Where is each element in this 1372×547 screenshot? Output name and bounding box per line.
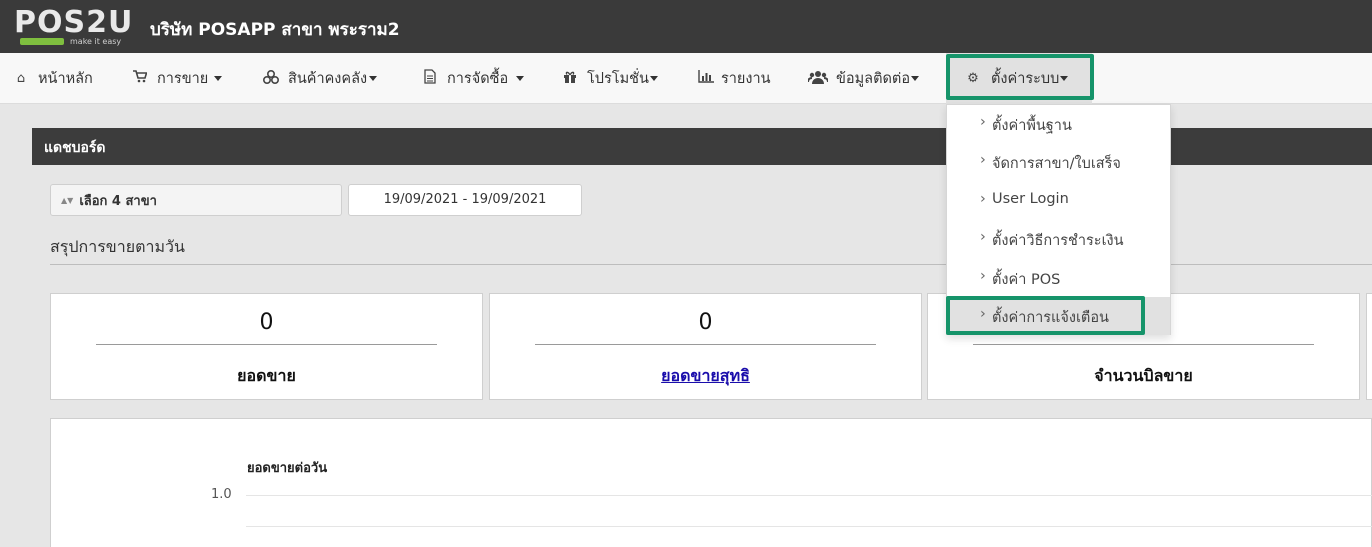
stat-label-link[interactable]: ยอดขายสุทธิ (490, 364, 921, 389)
top-header: POS2U make it easy บริษัท POSAPP สาขา พร… (0, 0, 1372, 53)
chevron-down-icon (369, 76, 378, 81)
chevron-right-icon: › (980, 114, 986, 130)
nav-home[interactable]: ⌂ หน้าหลัก (12, 53, 93, 104)
chevron-down-icon (214, 76, 223, 81)
nav-purchasing-label: การจัดซื้อ (447, 71, 509, 87)
nav-report[interactable]: รายงาน (697, 53, 771, 104)
stat-divider (96, 344, 437, 345)
chevron-down-icon (911, 76, 920, 81)
menu-item-label: ตั้งค่า POS (992, 272, 1061, 288)
users-icon (807, 70, 829, 88)
chevron-right-icon: › (980, 306, 986, 322)
nav-inventory-label: สินค้าคงคลัง (288, 71, 368, 87)
menu-item-basic-settings[interactable]: › ตั้งค่าพื้นฐาน (947, 105, 1170, 143)
stat-value: 0 (259, 310, 274, 335)
stat-divider (973, 344, 1314, 345)
date-range-input[interactable]: 19/09/2021 - 19/09/2021 (348, 184, 582, 216)
menu-item-label: จัดการสาขา/ใบเสร็จ (992, 156, 1121, 172)
chart-gridline (246, 495, 1372, 496)
nav-settings-label: ตั้งค่าระบบ (991, 71, 1060, 87)
settings-dropdown-menu: › ตั้งค่าพื้นฐาน › จัดการสาขา/ใบเสร็จ › Use… (946, 104, 1171, 335)
menu-item-label: ตั้งค่าการแจ้งเตือน (992, 310, 1109, 326)
nav-contacts[interactable]: ข้อมูลติดต่อ (807, 53, 920, 104)
branch-select-label: เลือก 4 สาขา (79, 194, 157, 209)
chevron-right-icon: › (980, 191, 986, 207)
nav-purchasing[interactable]: การจัดซื้อ (421, 53, 525, 104)
nav-home-label: หน้าหลัก (38, 71, 93, 87)
chevron-down-icon (1060, 76, 1069, 81)
bar-chart-icon (697, 70, 715, 87)
pos2u-logo[interactable]: POS2U make it easy (14, 5, 132, 47)
home-icon: ⌂ (16, 71, 26, 86)
cart-icon (131, 70, 149, 87)
nav-promotion[interactable]: โปรโมชั่น (561, 53, 658, 104)
chevron-right-icon: › (980, 229, 986, 245)
y-tick-label: 1.0 (211, 487, 232, 502)
stat-value: 0 (698, 310, 713, 335)
net-sales-link[interactable]: ยอดขายสุทธิ (661, 366, 750, 385)
nav-sales-label: การขาย (157, 71, 209, 87)
gift-icon (561, 70, 579, 88)
menu-item-label: ตั้งค่าพื้นฐาน (992, 118, 1072, 134)
stat-label: ยอดขาย (237, 366, 296, 385)
chevron-down-icon (649, 76, 658, 81)
branch-select[interactable]: ▲▼ เลือก 4 สาขา (50, 184, 342, 216)
logo-text: POS2U (14, 5, 134, 40)
nav-contacts-label: ข้อมูลติดต่อ (836, 71, 911, 87)
dashboard-header: แดชบอร์ด (32, 128, 1372, 165)
chevron-right-icon: › (980, 152, 986, 168)
chart-gridline (246, 526, 1372, 527)
stat-card-sales: 0 ยอดขาย (50, 293, 483, 400)
nav-settings[interactable]: ⚙ ตั้งค่าระบบ (946, 53, 1092, 104)
menu-item-payment-methods[interactable]: › ตั้งค่าวิธีการชำระเงิน (947, 220, 1170, 258)
nav-report-label: รายงาน (721, 71, 771, 87)
main-navbar: ⌂ หน้าหลัก การขาย สินค้าคงคลัง การจัดซื้… (0, 53, 1372, 104)
nav-sales[interactable]: การขาย (131, 53, 223, 104)
gear-icon: ⚙ (967, 71, 979, 86)
menu-item-branch-receipt[interactable]: › จัดการสาขา/ใบเสร็จ (947, 143, 1170, 181)
chevron-down-icon (516, 76, 525, 81)
nav-promotion-label: โปรโมชั่น (587, 71, 649, 87)
cubes-icon (262, 69, 280, 88)
logo-tagline: make it easy (70, 37, 122, 46)
stat-label: จำนวนบิลขาย (1094, 366, 1193, 385)
company-name: บริษัท POSAPP สาขา พระราม2 (150, 20, 400, 40)
menu-item-user-login[interactable]: › User Login (947, 182, 1170, 220)
chevron-right-icon: › (980, 268, 986, 284)
stat-card-net-sales: 0 ยอดขายสุทธิ (489, 293, 922, 400)
menu-item-label: ตั้งค่าวิธีการชำระเงิน (992, 233, 1124, 249)
menu-item-label: User Login (992, 191, 1069, 207)
sort-updown-icon: ▲▼ (61, 196, 74, 205)
chart-title: ยอดขายต่อวัน (247, 461, 328, 476)
stat-card-overflow (1366, 293, 1372, 400)
stat-divider (535, 344, 876, 345)
menu-item-pos-settings[interactable]: › ตั้งค่า POS (947, 259, 1170, 297)
nav-inventory[interactable]: สินค้าคงคลัง (262, 53, 378, 104)
document-icon (421, 69, 439, 88)
section-divider (50, 264, 1372, 265)
section-title: สรุปการขายตามวัน (50, 237, 185, 256)
menu-item-notification-settings[interactable]: › ตั้งค่าการแจ้งเตือน (947, 297, 1170, 335)
daily-sales-chart: ยอดขายต่อวัน 1.0 (50, 418, 1372, 547)
